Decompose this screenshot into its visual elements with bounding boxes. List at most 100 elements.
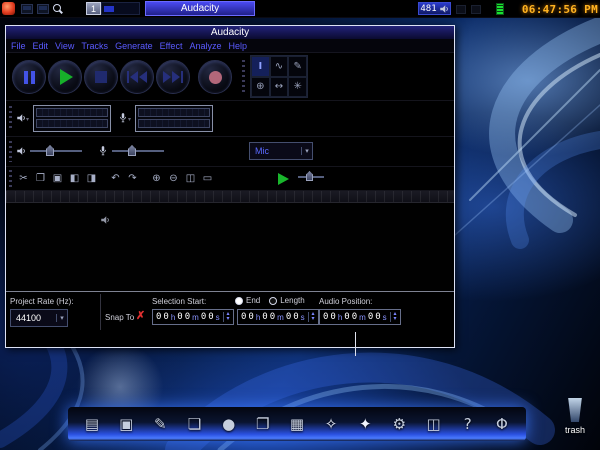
chevron-down-icon[interactable]: ▾ [128, 116, 131, 123]
menu-generate[interactable]: Generate [115, 41, 153, 51]
minutes-unit: m [192, 313, 199, 322]
spin-down-icon: ▾ [226, 317, 229, 322]
spinner[interactable]: ▴▾ [223, 312, 232, 322]
dock-icon-folder[interactable]: ❏ [182, 411, 206, 437]
envelope-tool-button[interactable]: ∿ [270, 56, 289, 77]
taskbar-audacity-button[interactable]: Audacity [145, 1, 255, 16]
output-meter[interactable] [33, 105, 111, 132]
workspace-pager: 1 [86, 2, 140, 15]
selection-start-field[interactable]: 00h 00m 00s ▴▾ [152, 309, 234, 325]
menu-analyze[interactable]: Analyze [189, 41, 221, 51]
pause-button[interactable] [12, 60, 46, 94]
chevron-down-icon[interactable]: ▾ [26, 116, 29, 123]
display-icon[interactable] [37, 4, 49, 14]
record-icon [209, 71, 222, 84]
tray-icon[interactable] [471, 5, 481, 14]
dock-icon-help[interactable]: ? [456, 411, 480, 437]
selection-mode-radios: End Length [235, 296, 305, 305]
input-volume-slider[interactable] [112, 145, 164, 157]
trim-button[interactable]: ◧ [67, 170, 82, 186]
play-at-speed-button[interactable] [278, 173, 289, 185]
dock-icon-computer[interactable]: ▣ [114, 411, 138, 437]
trash[interactable]: trash [556, 398, 594, 435]
play-button[interactable] [48, 60, 82, 94]
volume-indicator[interactable]: 481 [418, 2, 451, 15]
zoom-in-button[interactable]: ⊕ [149, 170, 164, 186]
snap-to-checkbox[interactable]: ✗ [136, 309, 145, 322]
search-icon[interactable] [53, 4, 61, 12]
cut-button[interactable]: ✂ [16, 170, 31, 186]
project-rate-dropdown[interactable]: 44100 ▾ [10, 309, 68, 327]
clock: 06:47:56 PM [516, 3, 598, 16]
skip-to-start-button[interactable] [120, 60, 154, 94]
timeshift-tool-button[interactable]: ↔ [270, 77, 289, 98]
stop-button[interactable] [84, 60, 118, 94]
dock-icon-power[interactable]: Φ [490, 411, 514, 437]
timeline-ruler[interactable] [6, 191, 454, 203]
silence-button[interactable]: ◨ [84, 170, 99, 186]
dock-icon-documents[interactable]: ❐ [251, 411, 275, 437]
slider-thumb[interactable] [306, 171, 313, 181]
project-rate-value: 44100 [11, 313, 56, 323]
workspace-2-cell[interactable] [101, 2, 140, 15]
dock-icon-mouse[interactable]: ✦ [353, 411, 377, 437]
copy-button[interactable]: ❐ [33, 170, 48, 186]
audio-position-field[interactable]: 00h 00m 00s ▴▾ [319, 309, 401, 325]
dock-icon-drawer[interactable]: ▤ [80, 411, 104, 437]
undo-button[interactable]: ↶ [108, 170, 123, 186]
workspace-1-cell[interactable]: 1 [86, 2, 101, 15]
toolbar-grip[interactable] [9, 170, 12, 186]
toolbar-grip[interactable] [9, 141, 12, 161]
record-button[interactable] [198, 60, 232, 94]
dock-icon-tools[interactable]: ⚙ [387, 411, 411, 437]
playback-speed-slider[interactable] [298, 170, 324, 184]
redo-button[interactable]: ↷ [125, 170, 140, 186]
dock-icon-package[interactable]: ▦ [285, 411, 309, 437]
menu-file[interactable]: File [11, 41, 26, 51]
multi-tool-button[interactable]: ✳ [288, 77, 307, 98]
toolbar-grip[interactable] [242, 60, 245, 93]
paste-button[interactable]: ▣ [50, 170, 65, 186]
caret-artifact [355, 332, 356, 356]
spinner[interactable]: ▴▾ [390, 312, 399, 322]
spinner[interactable]: ▴▾ [308, 312, 317, 322]
menu-help[interactable]: Help [228, 41, 247, 51]
menu-edit[interactable]: Edit [33, 41, 49, 51]
track-area[interactable] [6, 203, 454, 291]
dock-icon-pet[interactable]: ✧ [319, 411, 343, 437]
mixer-toolbar: Mic ▾ [6, 137, 454, 167]
speaker-icon [16, 146, 26, 156]
tray-icon[interactable] [456, 5, 466, 14]
length-radio[interactable] [269, 297, 277, 305]
slider-thumb[interactable] [46, 145, 54, 156]
fit-project-button[interactable]: ▭ [200, 170, 215, 186]
end-radio[interactable] [235, 297, 243, 305]
dock-icon-pen[interactable]: ✎ [148, 411, 172, 437]
selection-end-field[interactable]: 00h 00m 00s ▴▾ [237, 309, 319, 325]
output-volume-slider[interactable] [30, 145, 82, 157]
toolbar-grip[interactable] [9, 106, 12, 131]
length-option[interactable]: Length [269, 296, 304, 305]
app-launcher-icon[interactable] [21, 4, 33, 14]
dock-icon-globe[interactable]: ● [217, 411, 241, 437]
zoom-tool-button[interactable]: ⊕ [251, 77, 270, 98]
selection-tool-button[interactable]: I [251, 56, 270, 77]
audio-position-label: Audio Position: [319, 297, 372, 306]
menu-tracks[interactable]: Tracks [81, 41, 108, 51]
menu-view[interactable]: View [55, 41, 74, 51]
start-menu-icon[interactable] [2, 2, 15, 15]
slider-thumb[interactable] [128, 145, 136, 156]
dock-icon-monitor[interactable]: ◫ [422, 411, 446, 437]
help-icon: ? [464, 415, 472, 433]
minutes-unit: m [359, 313, 366, 322]
zoom-out-button[interactable]: ⊖ [166, 170, 181, 186]
menu-effect[interactable]: Effect [160, 41, 183, 51]
draw-tool-button[interactable]: ✎ [288, 56, 307, 77]
window-titlebar[interactable]: Audacity [6, 26, 454, 39]
fit-selection-button[interactable]: ◫ [183, 170, 198, 186]
skip-to-end-button[interactable] [156, 60, 190, 94]
documents-icon: ❐ [256, 415, 269, 433]
input-meter[interactable] [135, 105, 213, 132]
input-device-dropdown[interactable]: Mic ▾ [249, 142, 313, 160]
end-option[interactable]: End [235, 296, 260, 305]
